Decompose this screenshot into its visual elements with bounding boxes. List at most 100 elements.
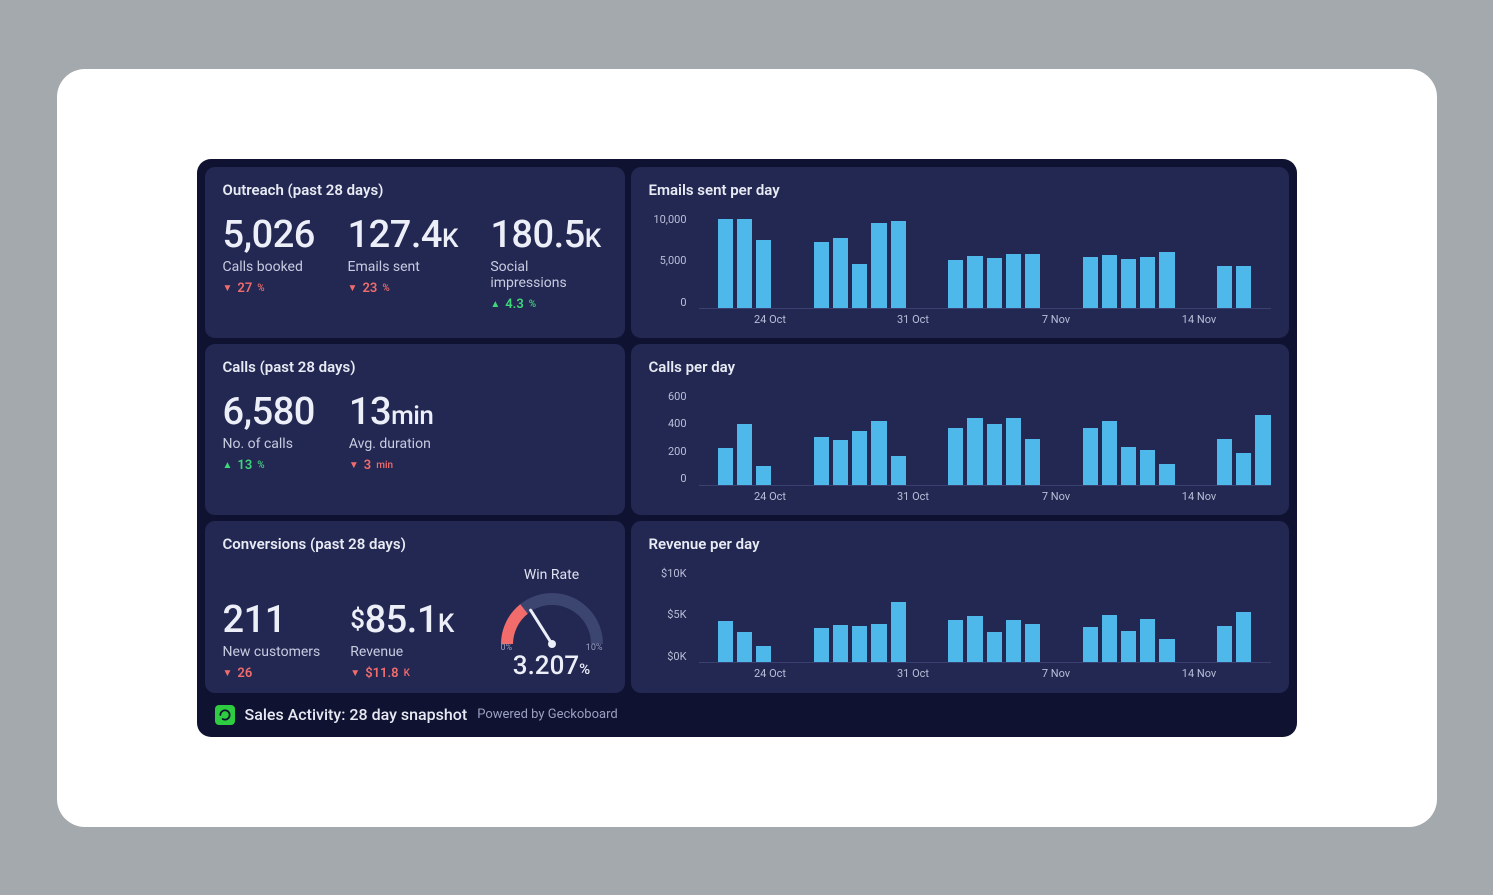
- chart: 10,0005,0000: [649, 213, 1271, 309]
- delta-value: 27: [237, 281, 252, 296]
- arrow-down-icon: ▼: [349, 460, 359, 471]
- y-tick: 10,000: [653, 213, 686, 226]
- bar: [1025, 439, 1040, 485]
- panel-title: Revenue per day: [649, 535, 1271, 553]
- metric-label: Social impressions: [490, 259, 606, 291]
- bar: [1102, 615, 1117, 662]
- panel-title: Calls per day: [649, 358, 1271, 376]
- outreach-metrics: 5,026 Calls booked ▼ 27% 127.4K Emails s…: [223, 213, 607, 312]
- x-tick: 31 Oct: [842, 667, 985, 680]
- geckoboard-logo-icon: [215, 705, 235, 725]
- metric-calls-booked: 5,026 Calls booked ▼ 27%: [223, 213, 314, 312]
- metric-revenue: $85.1K Revenue ▼ $11.8K: [350, 598, 454, 681]
- delta-unit: %: [382, 283, 389, 294]
- gauge-min: 0%: [501, 643, 513, 653]
- x-tick: 14 Nov: [1128, 667, 1271, 680]
- x-tick: 24 Oct: [699, 313, 842, 326]
- bar: [814, 242, 829, 308]
- metric-emails-sent: 127.4K Emails sent ▼ 23%: [348, 213, 457, 312]
- bar: [987, 632, 1002, 661]
- panel-chart-calls: Calls per day 600 400 200 0 24 Oct31 Oct7 N…: [631, 344, 1289, 515]
- x-tick: 7 Nov: [985, 313, 1128, 326]
- value-unit: K: [438, 609, 454, 639]
- x-tick: 31 Oct: [842, 313, 985, 326]
- bar: [814, 437, 829, 485]
- panel-title: Conversions (past 28 days): [223, 535, 607, 553]
- bar: [1255, 415, 1270, 485]
- delta-value: 3: [364, 458, 371, 473]
- panel-title: Outreach (past 28 days): [223, 181, 607, 199]
- bar: [737, 632, 752, 661]
- footer: Sales Activity: 28 day snapshot Powered …: [205, 699, 1289, 729]
- delta-value: 26: [237, 666, 252, 681]
- delta-unit: %: [257, 283, 264, 294]
- panel-title: Calls (past 28 days): [223, 358, 607, 376]
- bar: [1236, 266, 1251, 308]
- bar: [1083, 257, 1098, 307]
- bar: [833, 238, 848, 307]
- bar: [756, 646, 771, 661]
- metric-value: 211: [223, 598, 321, 642]
- bar: [1217, 626, 1232, 661]
- x-tick: 31 Oct: [842, 490, 985, 503]
- bar: [756, 466, 771, 485]
- x-tick: 7 Nov: [985, 667, 1128, 680]
- panel-outreach: Outreach (past 28 days) 5,026 Calls book…: [205, 167, 625, 338]
- y-tick: $10K: [661, 567, 686, 580]
- metric-num-calls: 6,580 No. of calls ▲ 13%: [223, 390, 315, 473]
- bar: [1140, 619, 1155, 662]
- x-axis: 24 Oct31 Oct7 Nov14 Nov: [649, 667, 1271, 680]
- y-tick: 600: [668, 390, 687, 403]
- outer-card: Outreach (past 28 days) 5,026 Calls book…: [57, 69, 1437, 827]
- bar: [967, 256, 982, 307]
- bar: [891, 602, 906, 662]
- y-tick: 200: [668, 445, 687, 458]
- value-unit: min: [391, 401, 433, 431]
- bar: [737, 219, 752, 307]
- metric-label: No. of calls: [223, 436, 315, 452]
- bar: [967, 418, 982, 485]
- bar: [1159, 464, 1174, 485]
- value-number: 13: [349, 390, 391, 434]
- bar: [1121, 259, 1136, 307]
- y-tick: 400: [668, 417, 687, 430]
- value-number: 85.1: [365, 598, 438, 642]
- bar: [987, 258, 1002, 307]
- bar: [1102, 421, 1117, 484]
- metric-label: Calls booked: [223, 259, 314, 275]
- value-unit: K: [585, 224, 601, 254]
- bar: [1102, 255, 1117, 307]
- panel-conversions: Conversions (past 28 days) 211 New custo…: [205, 521, 625, 693]
- metric-value: 13min: [349, 390, 433, 434]
- x-tick: 14 Nov: [1128, 490, 1271, 503]
- chart: $10K$5K$0K: [649, 567, 1271, 663]
- conversions-row: 211 New customers ▼ 26 $85.1K Revenue ▼ …: [223, 567, 607, 681]
- metric-label: Revenue: [350, 644, 454, 660]
- arrow-up-icon: ▲: [223, 460, 233, 471]
- metric-new-customers: 211 New customers ▼ 26: [223, 598, 321, 681]
- currency: $: [350, 605, 364, 635]
- bar: [948, 428, 963, 485]
- footer-title: Sales Activity: 28 day snapshot: [245, 705, 468, 724]
- bars: [699, 567, 1271, 663]
- x-tick: 7 Nov: [985, 490, 1128, 503]
- bar: [1006, 620, 1021, 662]
- bar: [718, 621, 733, 662]
- dashboard: Outreach (past 28 days) 5,026 Calls book…: [197, 159, 1297, 737]
- x-axis: 24 Oct31 Oct7 Nov14 Nov: [649, 490, 1271, 503]
- delta-value: $11.8: [365, 666, 398, 681]
- metric-label: New customers: [223, 644, 321, 660]
- bar: [1006, 418, 1021, 485]
- metric-value: 180.5K: [490, 213, 606, 257]
- metric-delta: ▼ 23%: [348, 281, 457, 296]
- panel-chart-revenue: Revenue per day $10K$5K$0K 24 Oct31 Oct7…: [631, 521, 1289, 693]
- y-tick: 0: [680, 472, 686, 485]
- metric-delta: ▼ 27%: [223, 281, 314, 296]
- bar: [852, 626, 867, 661]
- bar: [1121, 447, 1136, 485]
- calls-metrics: 6,580 No. of calls ▲ 13% 13min Avg. dura…: [223, 390, 607, 473]
- bar: [737, 424, 752, 484]
- y-axis: $10K$5K$0K: [649, 567, 691, 663]
- metric-value: 127.4K: [348, 213, 457, 257]
- metric-value: 5,026: [223, 213, 314, 257]
